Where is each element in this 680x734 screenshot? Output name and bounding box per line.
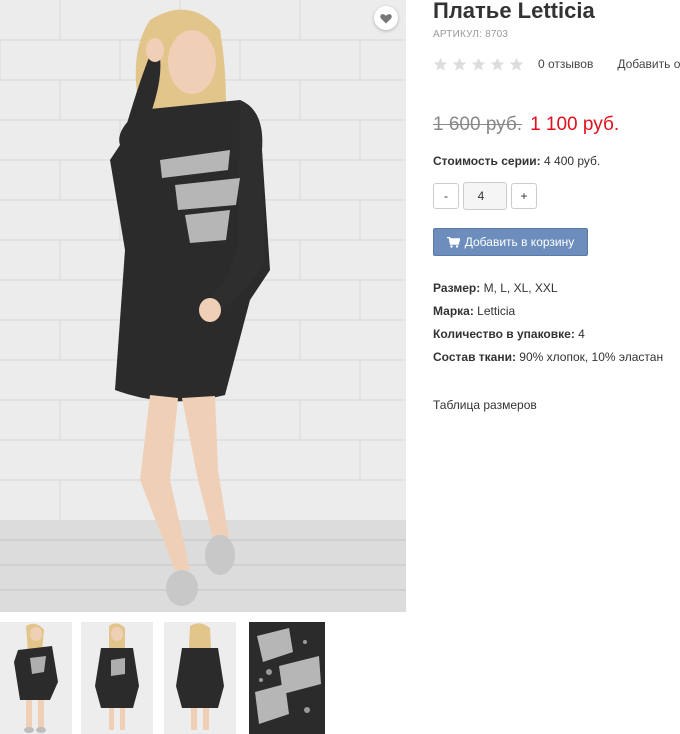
series-value: 4 400 руб. — [544, 154, 601, 168]
thumbnail-1-image — [0, 622, 72, 734]
add-to-cart-label: Добавить в корзину — [464, 235, 575, 249]
property-value: M, L, XL, XXL — [483, 281, 558, 295]
series-cost: Стоимость серии: 4 400 руб. — [433, 154, 680, 168]
heart-icon — [380, 13, 392, 23]
reviews-link[interactable]: 0 отзывов — [538, 57, 593, 71]
main-product-image[interactable] — [0, 0, 406, 612]
property-value: 90% хлопок, 10% эластан — [519, 350, 664, 364]
star-icon — [471, 57, 486, 70]
thumbnail-2[interactable] — [81, 622, 153, 734]
thumbnail-2-image — [81, 622, 153, 734]
sku-value: 8703 — [485, 29, 509, 40]
add-to-cart-button[interactable]: Добавить в корзину — [433, 228, 588, 256]
property-pack-quantity: Количество в упаковке: 4 — [433, 323, 680, 346]
thumbnail-1[interactable] — [0, 622, 72, 734]
property-value: 4 — [578, 327, 585, 341]
price-block: 1 600 руб. 1 100 руб. — [433, 114, 680, 136]
cart-icon — [446, 236, 460, 248]
rating-row: 0 отзывов Добавить отзыв — [433, 54, 680, 74]
dress-photo-illustration — [0, 0, 406, 612]
thumbnail-3-image — [164, 622, 236, 734]
property-brand: Марка: Letticia — [433, 300, 680, 323]
star-icon — [490, 57, 505, 70]
old-price: 1 600 руб. — [433, 114, 523, 135]
quantity-increase-button[interactable]: + — [511, 183, 537, 209]
sku-label: АРТИКУЛ: — [433, 29, 483, 40]
property-label: Размер: — [433, 281, 481, 295]
product-properties: Размер: M, L, XL, XXL Марка: Letticia Ко… — [433, 277, 680, 369]
property-size: Размер: M, L, XL, XXL — [433, 277, 680, 300]
thumbnail-gallery — [0, 622, 406, 734]
property-label: Марка: — [433, 304, 474, 318]
property-fabric: Состав ткани: 90% хлопок, 10% эластан — [433, 346, 680, 369]
size-table-link[interactable]: Таблица размеров — [433, 398, 680, 412]
property-value: Letticia — [477, 304, 516, 318]
product-info: Платье Letticia АРТИКУЛ: 8703 0 отзывов … — [433, 0, 680, 412]
new-price: 1 100 руб. — [530, 114, 620, 135]
add-review-link[interactable]: Добавить отзыв — [617, 57, 680, 71]
property-label: Состав ткани: — [433, 350, 516, 364]
star-icon — [452, 57, 467, 70]
product-sku: АРТИКУЛ: 8703 — [433, 29, 680, 40]
thumbnail-3[interactable] — [164, 622, 236, 734]
rating-stars[interactable] — [433, 57, 524, 72]
product-title: Платье Letticia — [433, 0, 595, 23]
thumbnail-4[interactable] — [249, 622, 325, 734]
quantity-decrease-button[interactable]: - — [433, 183, 459, 209]
quantity-stepper: - + — [433, 182, 680, 210]
favorite-button[interactable] — [374, 6, 398, 30]
quantity-input[interactable] — [463, 182, 507, 210]
star-icon — [433, 57, 448, 70]
series-label: Стоимость серии: — [433, 154, 541, 168]
thumbnail-4-image — [249, 622, 325, 734]
star-icon — [509, 57, 524, 70]
property-label: Количество в упаковке: — [433, 327, 575, 341]
